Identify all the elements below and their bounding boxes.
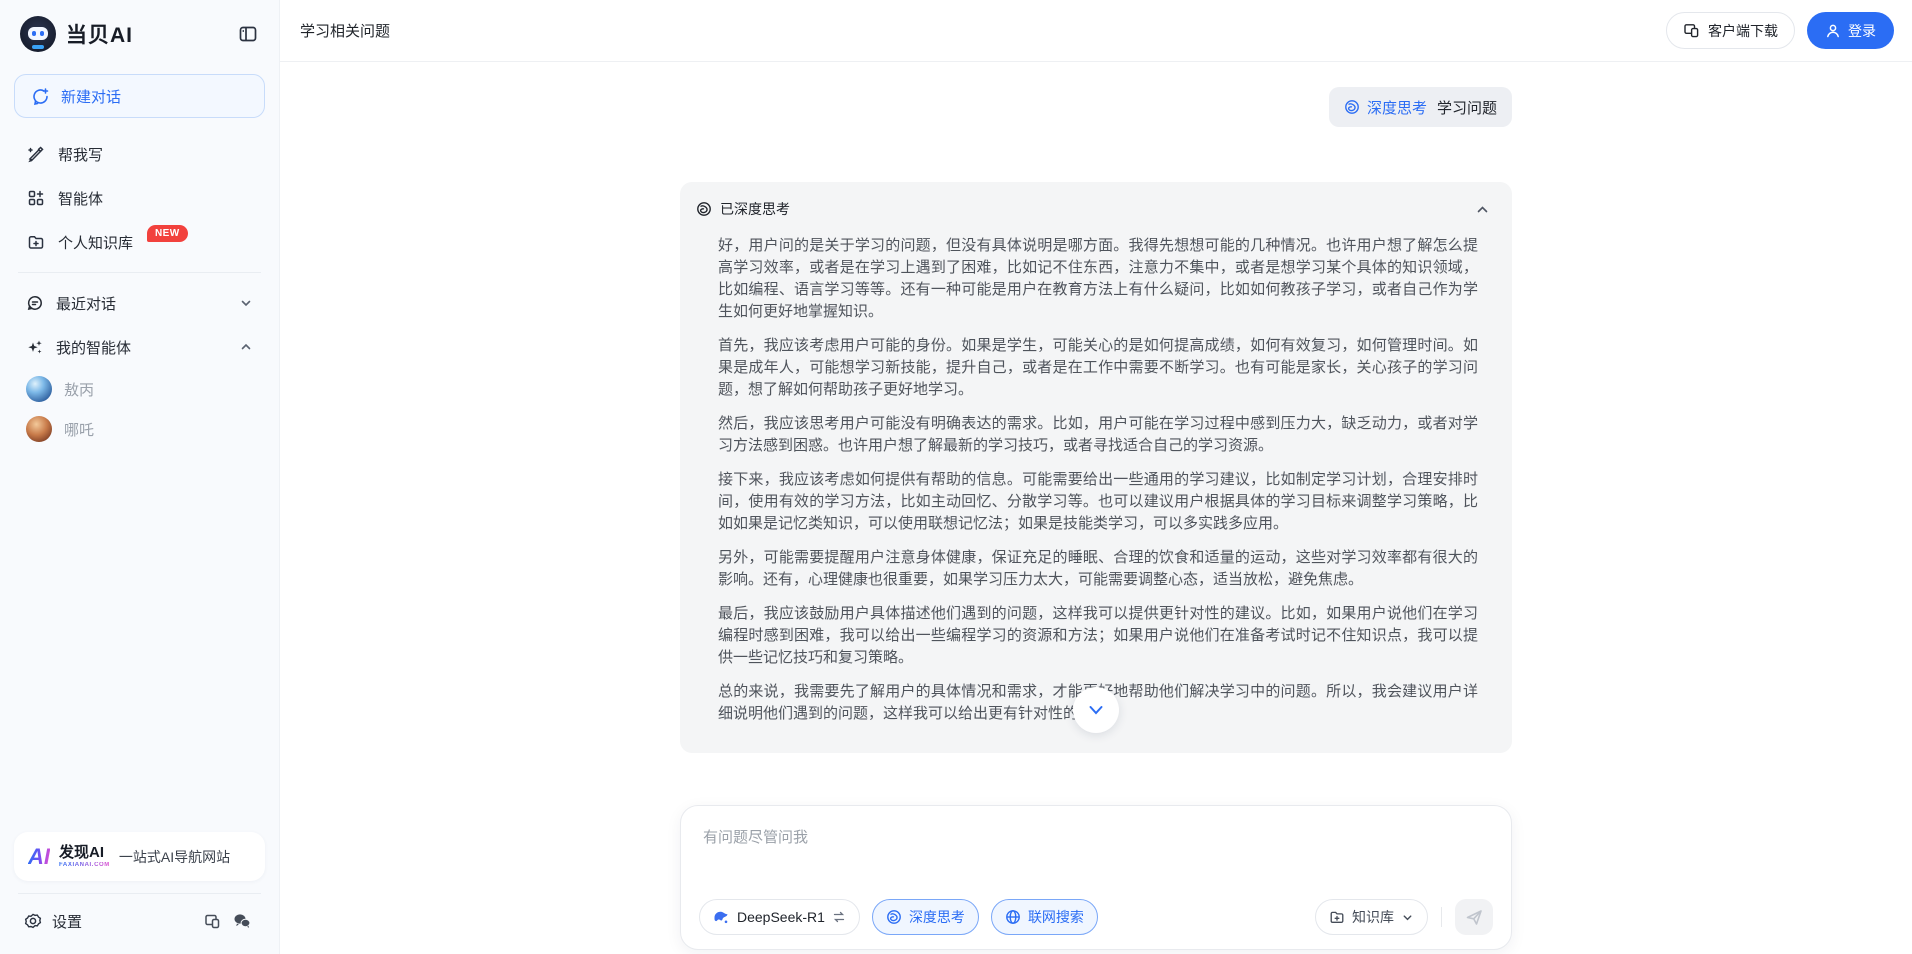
page-title: 学习相关问题 [298,20,1666,41]
wechat-icon[interactable] [227,906,257,936]
brand-name: 当贝AI [66,19,133,49]
collapse-chevron-up-icon[interactable] [1473,200,1492,219]
chat-bubble-icon [26,294,44,312]
chevron-down-icon [239,296,253,310]
sidebar-item-help-me-write[interactable]: 帮我写 [14,132,265,176]
section-label: 最近对话 [56,293,227,314]
message-input[interactable] [699,814,1493,892]
agent-avatar [26,376,52,402]
deep-think-icon [1344,99,1360,115]
thinking-paragraph: 首先，我应该考虑用户可能的身份。如果是学生，可能关心的是如何提高成绩，如何有效复… [718,335,1478,401]
agent-avatar [26,416,52,442]
toolbar-divider [1441,907,1442,927]
thinking-paragraph: 接下来，我应该考虑如何提供有帮助的信息。可能需要给出一些通用的学习建议，比如制定… [718,469,1478,535]
discover-ai-promo-card[interactable]: AI 发现AI FAXIANAI.COM 一站式AI导航网站 [14,832,265,881]
globe-icon [1005,909,1021,925]
user-message-text: 学习问题 [1437,97,1497,118]
new-chat-button[interactable]: 新建对话 [14,74,265,118]
sidebar-footer: 设置 [14,900,265,942]
deep-think-label: 深度思考 [909,907,965,927]
thinking-paragraph: 好，用户问的是关于学习的问题，但没有具体说明是哪方面。我得先想想可能的几种情况。… [718,235,1478,323]
chevron-down-icon [1085,699,1107,721]
topbar-actions: 客户端下载 登录 [1666,12,1894,49]
knowledge-base-label: 知识库 [1352,907,1394,927]
composer-toolbar: DeepSeek-R1 深度思考 [699,899,1493,935]
thinking-paragraph: 最后，我应该鼓励用户具体描述他们遇到的问题，这样我可以提供更针对性的建议。比如，… [718,603,1478,669]
client-download-button[interactable]: 客户端下载 [1666,12,1795,49]
login-button[interactable]: 登录 [1807,12,1894,49]
topbar: 学习相关问题 客户端下载 登录 [280,0,1912,62]
thinking-title: 已深度思考 [720,199,1465,219]
sidebar-item-label: 智能体 [58,188,103,209]
sidebar-menu: 帮我写 智能体 个人知识库 NEW 最近对话 [14,132,265,449]
gear-icon [24,912,42,930]
sidebar-item-label: 个人知识库 [58,232,133,253]
sidebar-item-label: 帮我写 [58,144,103,165]
folder-plus-icon [1329,909,1345,925]
sparkles-icon [26,338,44,356]
model-selector[interactable]: DeepSeek-R1 [699,899,860,935]
discover-ai-logo-icon: AI [28,846,50,868]
sidebar-section-my-agents[interactable]: 我的智能体 [14,325,265,369]
sidebar-divider [18,893,261,894]
user-icon [1825,23,1841,39]
user-message-tag: 深度思考 [1367,97,1427,118]
sidebar-section-recent-chats[interactable]: 最近对话 [14,281,265,325]
thinking-body: 好，用户问的是关于学习的问题，但没有具体说明是哪方面。我得先想想可能的几种情况。… [696,219,1492,725]
web-search-label: 联网搜索 [1028,907,1084,927]
chat-content: 深度思考 学习问题 已深度思考 好，用 [280,62,1912,954]
deep-think-icon [696,201,712,217]
deepseek-whale-icon [713,909,730,926]
sidebar: 当贝AI 新建对话 帮我写 智能体 [0,0,280,954]
client-download-label: 客户端下载 [1708,21,1778,41]
settings-label: 设置 [52,911,82,932]
send-button[interactable] [1455,899,1493,935]
paper-plane-icon [1465,908,1484,927]
deep-think-toggle[interactable]: 深度思考 [872,899,979,935]
thinking-card: 已深度思考 好，用户问的是关于学习的问题，但没有具体说明是哪方面。我得先想想可能… [680,182,1512,753]
devices-icon[interactable] [197,906,227,936]
new-badge: NEW [147,225,188,242]
login-label: 登录 [1848,21,1876,41]
discover-ai-wordmark: 发现AI FAXIANAI.COM [59,845,110,868]
download-client-icon [1683,22,1700,39]
agent-item-nezha[interactable]: 哪吒 [14,409,265,449]
promo-text: 一站式AI导航网站 [119,847,230,867]
app-window: 当贝AI 新建对话 帮我写 智能体 [0,0,1912,954]
web-search-toggle[interactable]: 联网搜索 [991,899,1098,935]
scroll-to-bottom-button[interactable] [1073,687,1119,733]
new-chat-icon [31,87,50,106]
agent-item-aobing[interactable]: 敖丙 [14,369,265,409]
composer: DeepSeek-R1 深度思考 [680,805,1512,950]
sidebar-item-agents[interactable]: 智能体 [14,176,265,220]
chevron-up-icon [239,340,253,354]
knowledge-base-selector[interactable]: 知识库 [1315,899,1428,935]
sidebar-item-knowledge-base[interactable]: 个人知识库 NEW [14,220,265,264]
deep-think-icon [886,909,902,925]
thinking-header: 已深度思考 [696,199,1492,219]
folder-plus-icon [26,233,46,251]
pencil-icon [26,145,46,163]
user-message-bubble: 深度思考 学习问题 [1329,87,1512,127]
new-chat-label: 新建对话 [61,86,121,107]
thinking-paragraph: 然后，我应该思考用户可能没有明确表达的需求。比如，用户可能在学习过程中感到压力大… [718,413,1478,457]
main-area: 学习相关问题 客户端下载 登录 [280,0,1912,954]
chat-column: 深度思考 学习问题 已深度思考 好，用 [680,62,1512,783]
agent-name: 哪吒 [64,419,94,440]
sidebar-divider [18,272,261,273]
agent-name: 敖丙 [64,379,94,400]
composer-wrap: DeepSeek-R1 深度思考 [680,805,1512,950]
chevron-down-icon [1401,911,1414,924]
swap-icon [832,910,846,924]
thinking-paragraph: 另外，可能需要提醒用户注意身体健康，保证充足的睡眠、合理的饮食和适量的运动，这些… [718,547,1478,591]
user-message-row: 深度思考 学习问题 [680,87,1512,127]
settings-button[interactable]: 设置 [24,911,197,932]
sidebar-header: 当贝AI [14,14,265,52]
brand: 当贝AI [20,16,133,52]
grid-plus-icon [26,189,46,207]
brand-robot-logo-icon [20,16,56,52]
sidebar-collapse-icon[interactable] [235,21,261,47]
model-label: DeepSeek-R1 [737,909,825,925]
section-label: 我的智能体 [56,337,227,358]
